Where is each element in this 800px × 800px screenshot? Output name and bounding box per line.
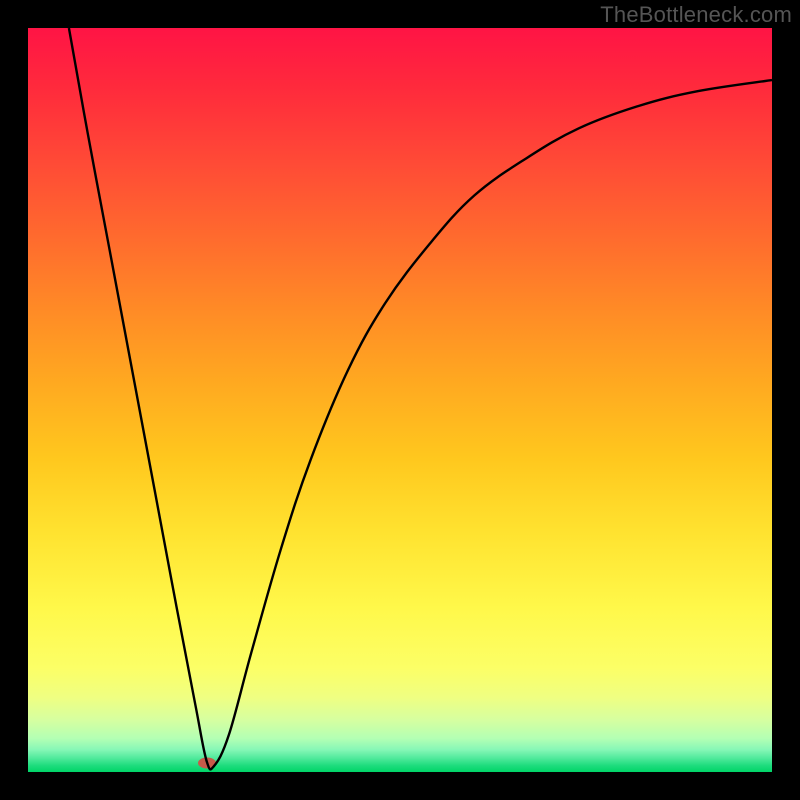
chart-frame: TheBottleneck.com [0, 0, 800, 800]
curve-svg [28, 28, 772, 772]
watermark-text: TheBottleneck.com [600, 2, 792, 28]
chart-curve [69, 28, 772, 769]
plot-area [28, 28, 772, 772]
